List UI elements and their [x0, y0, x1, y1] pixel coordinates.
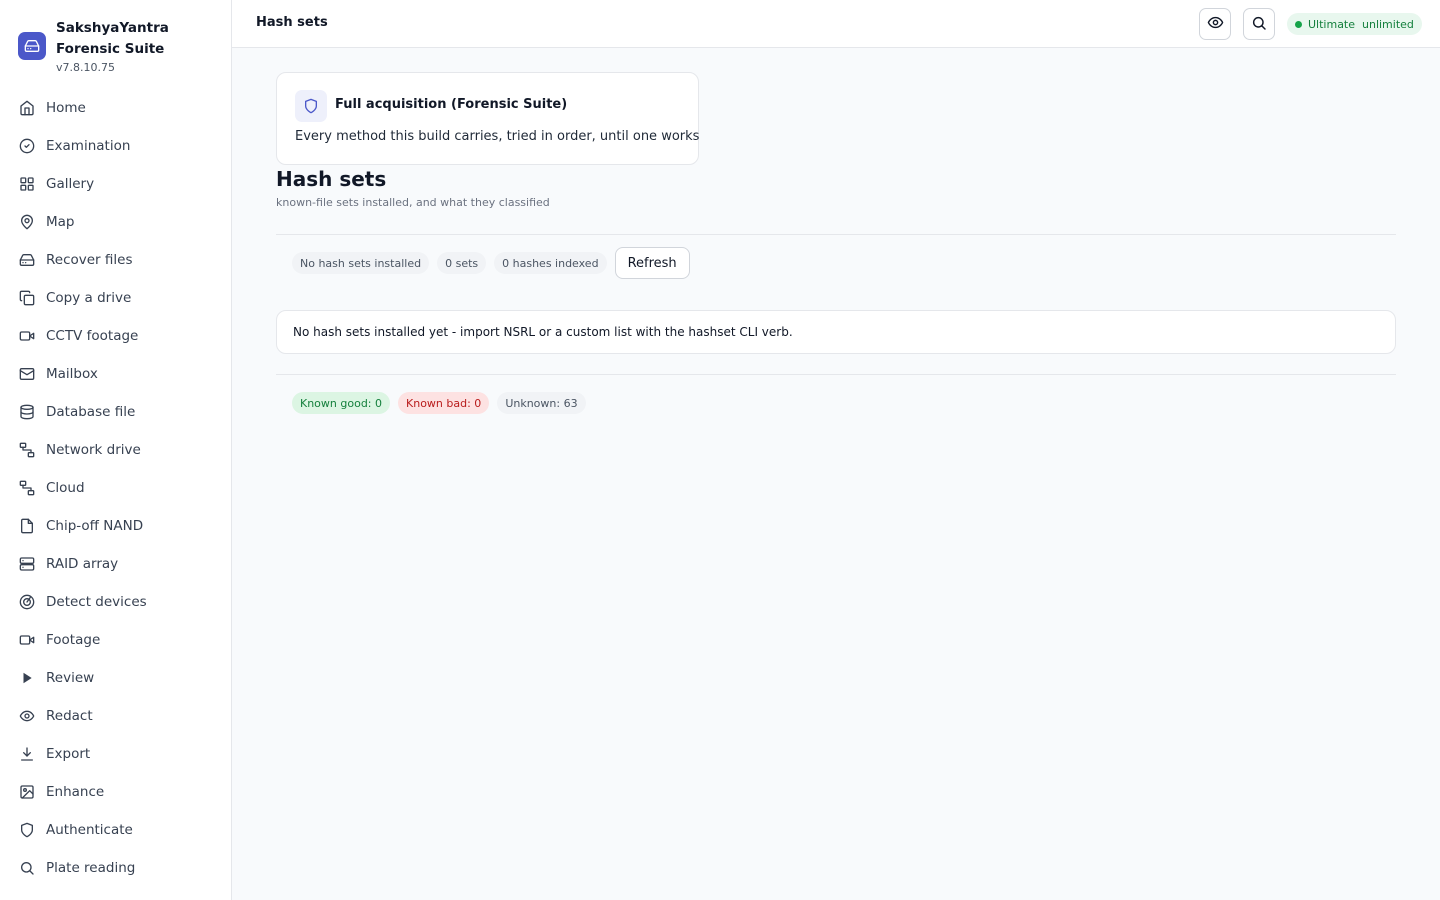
sidebar-item-label: CCTV footage	[46, 328, 139, 344]
sidebar-item-label: Redact	[46, 708, 93, 724]
top-bar: Hash sets Ultimate unlimited	[232, 0, 1440, 48]
sidebar-item-enhance[interactable]: Enhance	[0, 773, 231, 811]
video-icon	[18, 327, 36, 345]
sidebar-item-plate-reading[interactable]: Plate reading	[0, 849, 231, 887]
file-icon	[18, 517, 36, 535]
sidebar-item-examination[interactable]: Examination	[0, 127, 231, 165]
divider	[276, 234, 1396, 235]
sidebar-item-review[interactable]: Review	[0, 659, 231, 697]
sidebar-item-label: Review	[46, 670, 95, 686]
sidebar-item-map[interactable]: Map	[0, 203, 231, 241]
sidebar-item-label: Export	[46, 746, 91, 762]
server-icon	[18, 555, 36, 573]
video-icon	[18, 631, 36, 649]
sidebar-item-raid-array[interactable]: RAID array	[0, 545, 231, 583]
sidebar: SakshyaYantra Forensic Suite v7.8.10.75 …	[0, 0, 232, 900]
sidebar-item-label: Enhance	[46, 784, 105, 800]
sidebar-nav: Home Examination Gallery Map Recover fil…	[0, 89, 231, 887]
sidebar-item-copy-a-drive[interactable]: Copy a drive	[0, 279, 231, 317]
network-icon	[18, 441, 36, 459]
grid-icon	[18, 175, 36, 193]
sets-count-badge: 0 sets	[437, 252, 487, 274]
sidebar-item-chip-off-nand[interactable]: Chip-off NAND	[0, 507, 231, 545]
sidebar-item-gallery[interactable]: Gallery	[0, 165, 231, 203]
page-header-title: Hash sets	[256, 15, 328, 30]
status-badge: No hash sets installed	[292, 252, 430, 274]
sidebar-item-label: Network drive	[46, 442, 141, 458]
acquisition-card-description: Every method this build carries, tried i…	[295, 129, 700, 144]
sidebar-item-cctv-footage[interactable]: CCTV footage	[0, 317, 231, 355]
license-badge: Ultimate unlimited	[1287, 13, 1422, 35]
sidebar-item-label: Recover files	[46, 252, 133, 268]
sidebar-item-label: Chip-off NAND	[46, 518, 144, 534]
sidebar-item-label: Copy a drive	[46, 290, 132, 306]
map-pin-icon	[18, 213, 36, 231]
check-circle-icon	[18, 137, 36, 155]
sidebar-item-detect-devices[interactable]: Detect devices	[0, 583, 231, 621]
sidebar-item-mailbox[interactable]: Mailbox	[0, 355, 231, 393]
download-icon	[18, 745, 36, 763]
sidebar-item-label: Footage	[46, 632, 101, 648]
acquisition-card[interactable]: Full acquisition (Forensic Suite) Every …	[276, 72, 699, 165]
empty-state-message: No hash sets installed yet - import NSRL…	[276, 310, 1396, 354]
sidebar-item-label: Gallery	[46, 176, 95, 192]
page-title: Hash sets	[276, 167, 387, 191]
status-dot-icon	[1295, 20, 1302, 28]
sidebar-item-label: Home	[46, 100, 86, 116]
eye-icon	[18, 707, 36, 725]
sidebar-item-redact[interactable]: Redact	[0, 697, 231, 735]
unknown-badge: Unknown: 63	[497, 392, 586, 414]
sidebar-item-database-file[interactable]: Database file	[0, 393, 231, 431]
image-icon	[18, 783, 36, 801]
preview-button[interactable]	[1199, 8, 1231, 40]
brand: SakshyaYantra Forensic Suite v7.8.10.75	[18, 18, 228, 78]
sidebar-item-cloud[interactable]: Cloud	[0, 469, 231, 507]
sidebar-item-label: Database file	[46, 404, 136, 420]
network-icon	[18, 479, 36, 497]
shield-icon	[18, 821, 36, 839]
hard-drive-logo-icon	[18, 32, 46, 60]
sidebar-item-label: Map	[46, 214, 75, 230]
hash-set-stats: No hash sets installed 0 sets 0 hashes i…	[292, 247, 690, 279]
app-version: v7.8.10.75	[56, 61, 115, 74]
radar-icon	[18, 593, 36, 611]
sidebar-item-label: Mailbox	[46, 366, 98, 382]
copy-icon	[18, 289, 36, 307]
sidebar-item-label: Detect devices	[46, 594, 147, 610]
search-icon	[1251, 15, 1267, 34]
app-name: SakshyaYantra Forensic Suite	[56, 20, 169, 57]
sidebar-item-recover-files[interactable]: Recover files	[0, 241, 231, 279]
refresh-button[interactable]: Refresh	[614, 247, 690, 279]
search-icon	[18, 859, 36, 877]
hashes-count-badge: 0 hashes indexed	[494, 252, 607, 274]
sidebar-item-label: Examination	[46, 138, 131, 154]
acquisition-card-title: Full acquisition (Forensic Suite)	[335, 97, 568, 112]
page-subtitle: known-file sets installed, and what they…	[276, 196, 550, 209]
known-bad-badge: Known bad: 0	[398, 392, 490, 414]
eye-icon	[1207, 14, 1224, 34]
sidebar-item-authenticate[interactable]: Authenticate	[0, 811, 231, 849]
sidebar-item-export[interactable]: Export	[0, 735, 231, 773]
sidebar-item-home[interactable]: Home	[0, 89, 231, 127]
sidebar-item-network-drive[interactable]: Network drive	[0, 431, 231, 469]
sidebar-item-label: RAID array	[46, 556, 119, 572]
home-icon	[18, 99, 36, 117]
play-icon	[18, 669, 36, 687]
sidebar-item-footage[interactable]: Footage	[0, 621, 231, 659]
license-badge-label: Ultimate unlimited	[1308, 17, 1414, 31]
mail-icon	[18, 365, 36, 383]
classification-summary: Known good: 0 Known bad: 0 Unknown: 63	[292, 392, 594, 414]
search-button[interactable]	[1243, 8, 1275, 40]
sidebar-item-label: Cloud	[46, 480, 85, 496]
known-good-badge: Known good: 0	[292, 392, 391, 414]
database-icon	[18, 403, 36, 421]
sidebar-item-label: Authenticate	[46, 822, 133, 838]
shield-icon	[295, 90, 327, 122]
sidebar-item-label: Plate reading	[46, 860, 136, 876]
hard-drive-icon	[18, 251, 36, 269]
divider	[276, 374, 1396, 375]
